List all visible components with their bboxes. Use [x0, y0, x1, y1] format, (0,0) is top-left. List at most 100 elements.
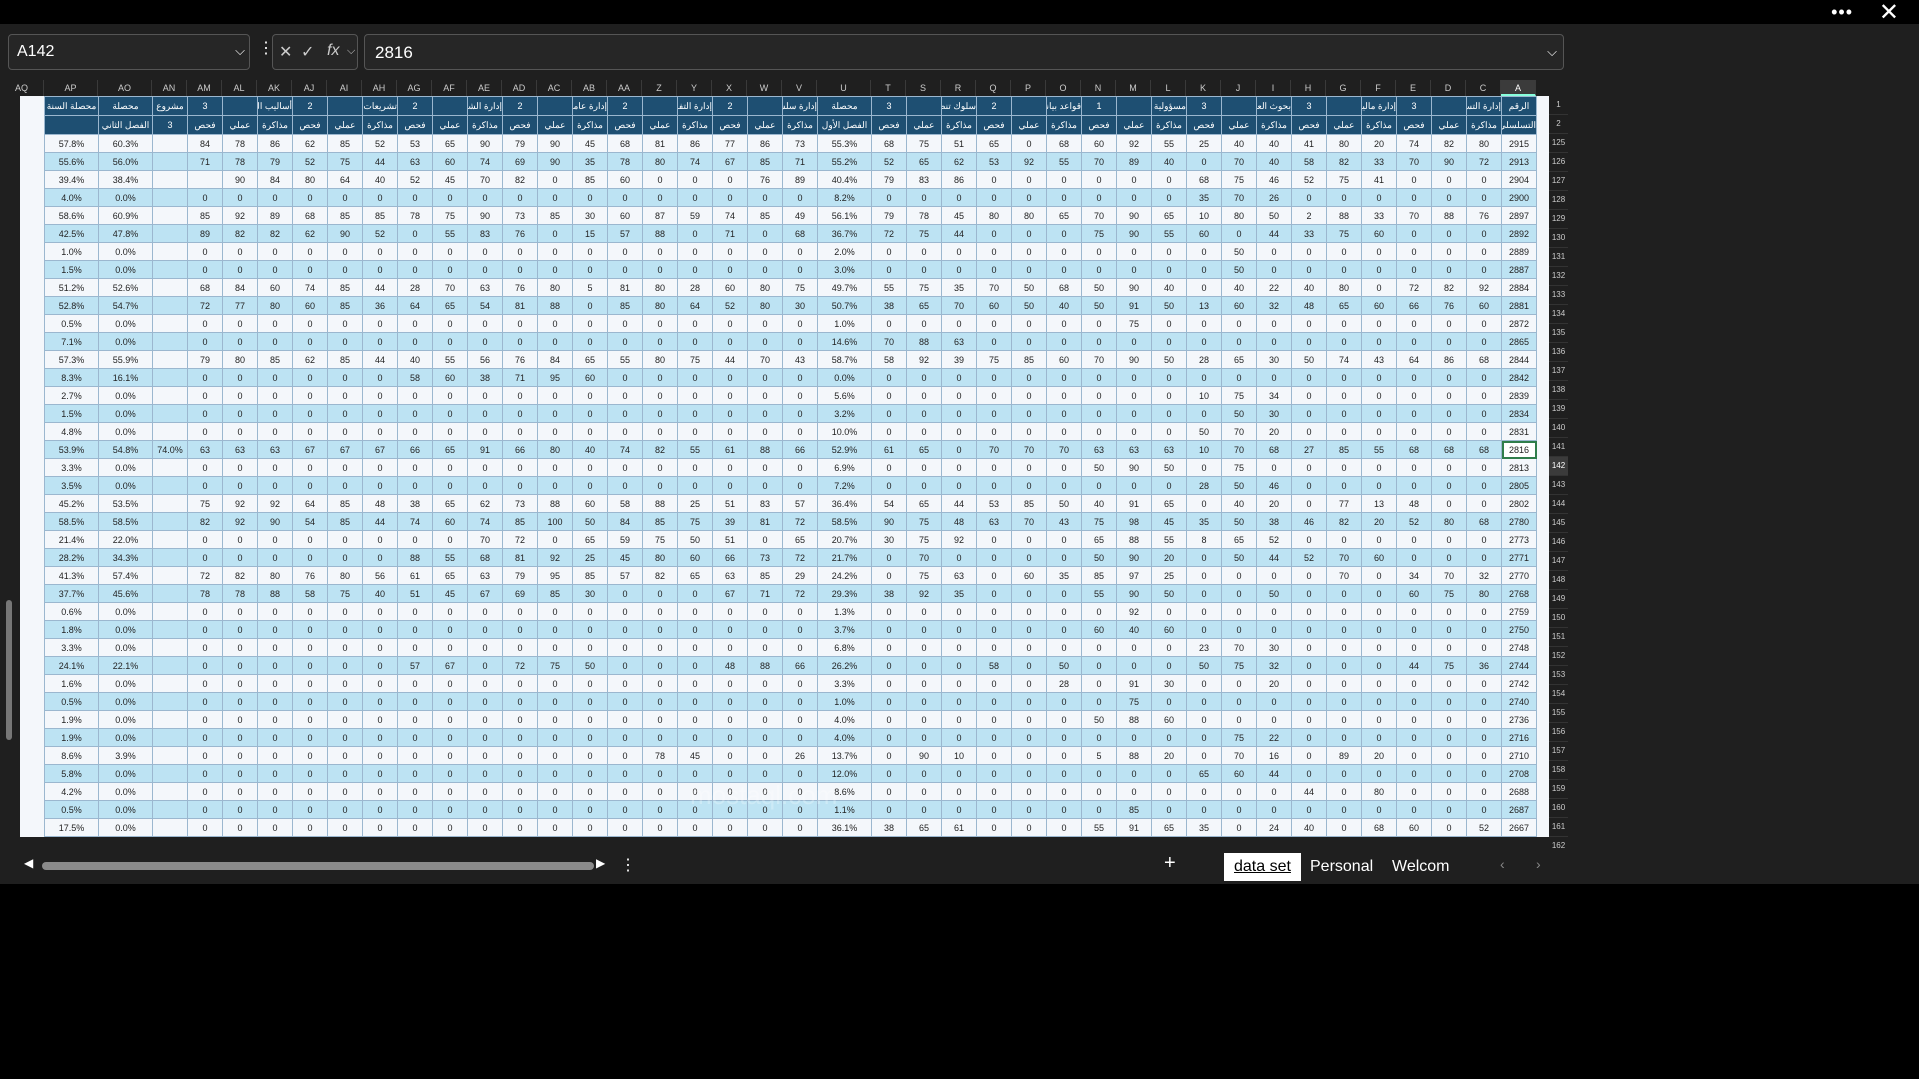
table-cell[interactable]: 0 [257, 404, 293, 423]
table-cell[interactable]: 47.8% [98, 224, 153, 243]
table-cell[interactable]: 0 [1186, 548, 1222, 567]
table-cell[interactable]: 0 [502, 404, 538, 423]
table-cell[interactable]: 0 [187, 260, 223, 279]
column-header[interactable]: AL [222, 80, 257, 96]
table-cell[interactable]: 25 [677, 494, 713, 513]
table-cell[interactable]: مذاكرة [467, 115, 503, 135]
table-cell[interactable]: 0 [362, 530, 398, 549]
table-cell[interactable]: 70 [1011, 440, 1047, 459]
table-cell[interactable]: 0 [1361, 278, 1397, 297]
row-header[interactable]: 157 [1549, 742, 1568, 761]
table-cell[interactable]: 4.8% [44, 422, 99, 441]
table-cell[interactable]: 75 [187, 494, 223, 513]
table-cell[interactable]: 0 [1326, 728, 1362, 747]
table-cell[interactable]: 79 [257, 152, 293, 171]
table-cell[interactable]: 75 [906, 278, 942, 297]
table-cell[interactable]: 2 [292, 96, 328, 116]
table-cell[interactable]: 70 [1221, 440, 1257, 459]
table-cell[interactable]: 0 [976, 314, 1012, 333]
table-cell[interactable]: 0 [1361, 728, 1397, 747]
table-cell[interactable]: 10.0% [817, 422, 872, 441]
table-cell[interactable]: 0 [467, 692, 503, 711]
table-cell[interactable]: 0 [1046, 638, 1082, 657]
table-cell[interactable]: 60 [1361, 296, 1397, 315]
table-cell[interactable]: 0 [1186, 242, 1222, 261]
table-cell[interactable]: 0 [1326, 620, 1362, 639]
table-cell[interactable]: 82 [222, 224, 258, 243]
table-cell[interactable]: 65 [1046, 206, 1082, 225]
table-cell[interactable]: 0 [642, 260, 678, 279]
table-cell[interactable]: 0 [1326, 692, 1362, 711]
table-cell[interactable]: 0 [537, 386, 573, 405]
table-cell[interactable]: 62 [941, 152, 977, 171]
table-cell[interactable]: 0 [941, 782, 977, 801]
table-cell[interactable]: 20 [1256, 422, 1292, 441]
table-cell[interactable]: 0 [1116, 422, 1152, 441]
table-cell[interactable]: تشريعات الأعمال [362, 96, 398, 116]
table-cell[interactable]: 76 [1431, 296, 1467, 315]
table-cell[interactable]: 0 [642, 656, 678, 675]
table-cell[interactable]: 84 [537, 350, 573, 369]
table-cell[interactable]: 0 [1256, 458, 1292, 477]
table-cell[interactable]: 0 [1431, 764, 1467, 783]
table-cell[interactable]: 0 [1116, 242, 1152, 261]
table-cell[interactable]: 48 [712, 656, 748, 675]
table-cell[interactable]: 20 [1151, 746, 1187, 765]
table-cell[interactable]: 0 [222, 764, 258, 783]
table-cell[interactable]: 72 [1396, 278, 1432, 297]
table-cell[interactable]: 36 [362, 296, 398, 315]
table-cell[interactable]: 0 [1116, 386, 1152, 405]
table-cell[interactable]: 70 [1221, 422, 1257, 441]
table-cell[interactable]: 63 [397, 152, 433, 171]
table-cell[interactable]: 2865 [1501, 332, 1537, 351]
table-cell[interactable]: 0 [976, 530, 1012, 549]
table-cell[interactable]: 0 [1326, 188, 1362, 207]
table-cell[interactable]: 0 [712, 728, 748, 747]
table-cell[interactable]: 50 [1186, 422, 1222, 441]
table-cell[interactable]: 0 [976, 692, 1012, 711]
table-cell[interactable]: 0 [871, 404, 907, 423]
table-cell[interactable]: 0 [1011, 314, 1047, 333]
table-cell[interactable]: 65 [906, 152, 942, 171]
table-cell[interactable]: 63 [1116, 440, 1152, 459]
table-cell[interactable]: 75 [327, 584, 363, 603]
row-header[interactable]: 151 [1549, 628, 1568, 647]
table-cell[interactable]: 0 [941, 602, 977, 621]
table-cell[interactable]: 0 [976, 458, 1012, 477]
table-cell[interactable]: محصلة [817, 96, 872, 116]
table-cell[interactable]: 0 [222, 602, 258, 621]
table-cell[interactable]: 0 [1151, 386, 1187, 405]
table-cell[interactable]: 55 [871, 278, 907, 297]
table-cell[interactable]: 0 [712, 818, 748, 837]
table-cell[interactable]: 0 [1396, 260, 1432, 279]
table-cell[interactable]: 0 [1466, 530, 1502, 549]
column-header[interactable]: J [1221, 80, 1256, 96]
table-cell[interactable]: 78 [222, 134, 258, 153]
table-cell[interactable]: 68 [1256, 440, 1292, 459]
table-cell[interactable]: 2831 [1501, 422, 1537, 441]
table-cell[interactable]: 0 [467, 386, 503, 405]
column-header[interactable]: AA [607, 80, 642, 96]
table-cell[interactable]: 0 [1466, 746, 1502, 765]
table-cell[interactable]: 0 [572, 710, 608, 729]
table-cell[interactable]: 0 [572, 188, 608, 207]
chevron-down-icon[interactable]: ⌵ [347, 45, 355, 58]
table-cell[interactable]: 45 [1151, 512, 1187, 531]
table-cell[interactable]: 0 [432, 800, 468, 819]
table-cell[interactable] [432, 96, 468, 116]
table-cell[interactable]: 0 [782, 404, 818, 423]
table-cell[interactable]: 55.6% [44, 152, 99, 171]
table-cell[interactable]: 0 [1186, 602, 1222, 621]
table-cell[interactable]: 2740 [1501, 692, 1537, 711]
table-cell[interactable]: 82 [257, 224, 293, 243]
table-cell[interactable]: 2 [502, 96, 538, 116]
table-cell[interactable]: 0 [747, 260, 783, 279]
column-header[interactable]: AD [502, 80, 537, 96]
table-cell[interactable]: 0 [1151, 332, 1187, 351]
table-cell[interactable]: 0 [1466, 494, 1502, 513]
table-cell[interactable]: 30 [1256, 350, 1292, 369]
table-cell[interactable]: 2881 [1501, 296, 1537, 315]
table-cell[interactable]: 2816 [1501, 440, 1537, 459]
table-cell[interactable]: 0 [397, 386, 433, 405]
table-cell[interactable]: 0 [292, 314, 328, 333]
